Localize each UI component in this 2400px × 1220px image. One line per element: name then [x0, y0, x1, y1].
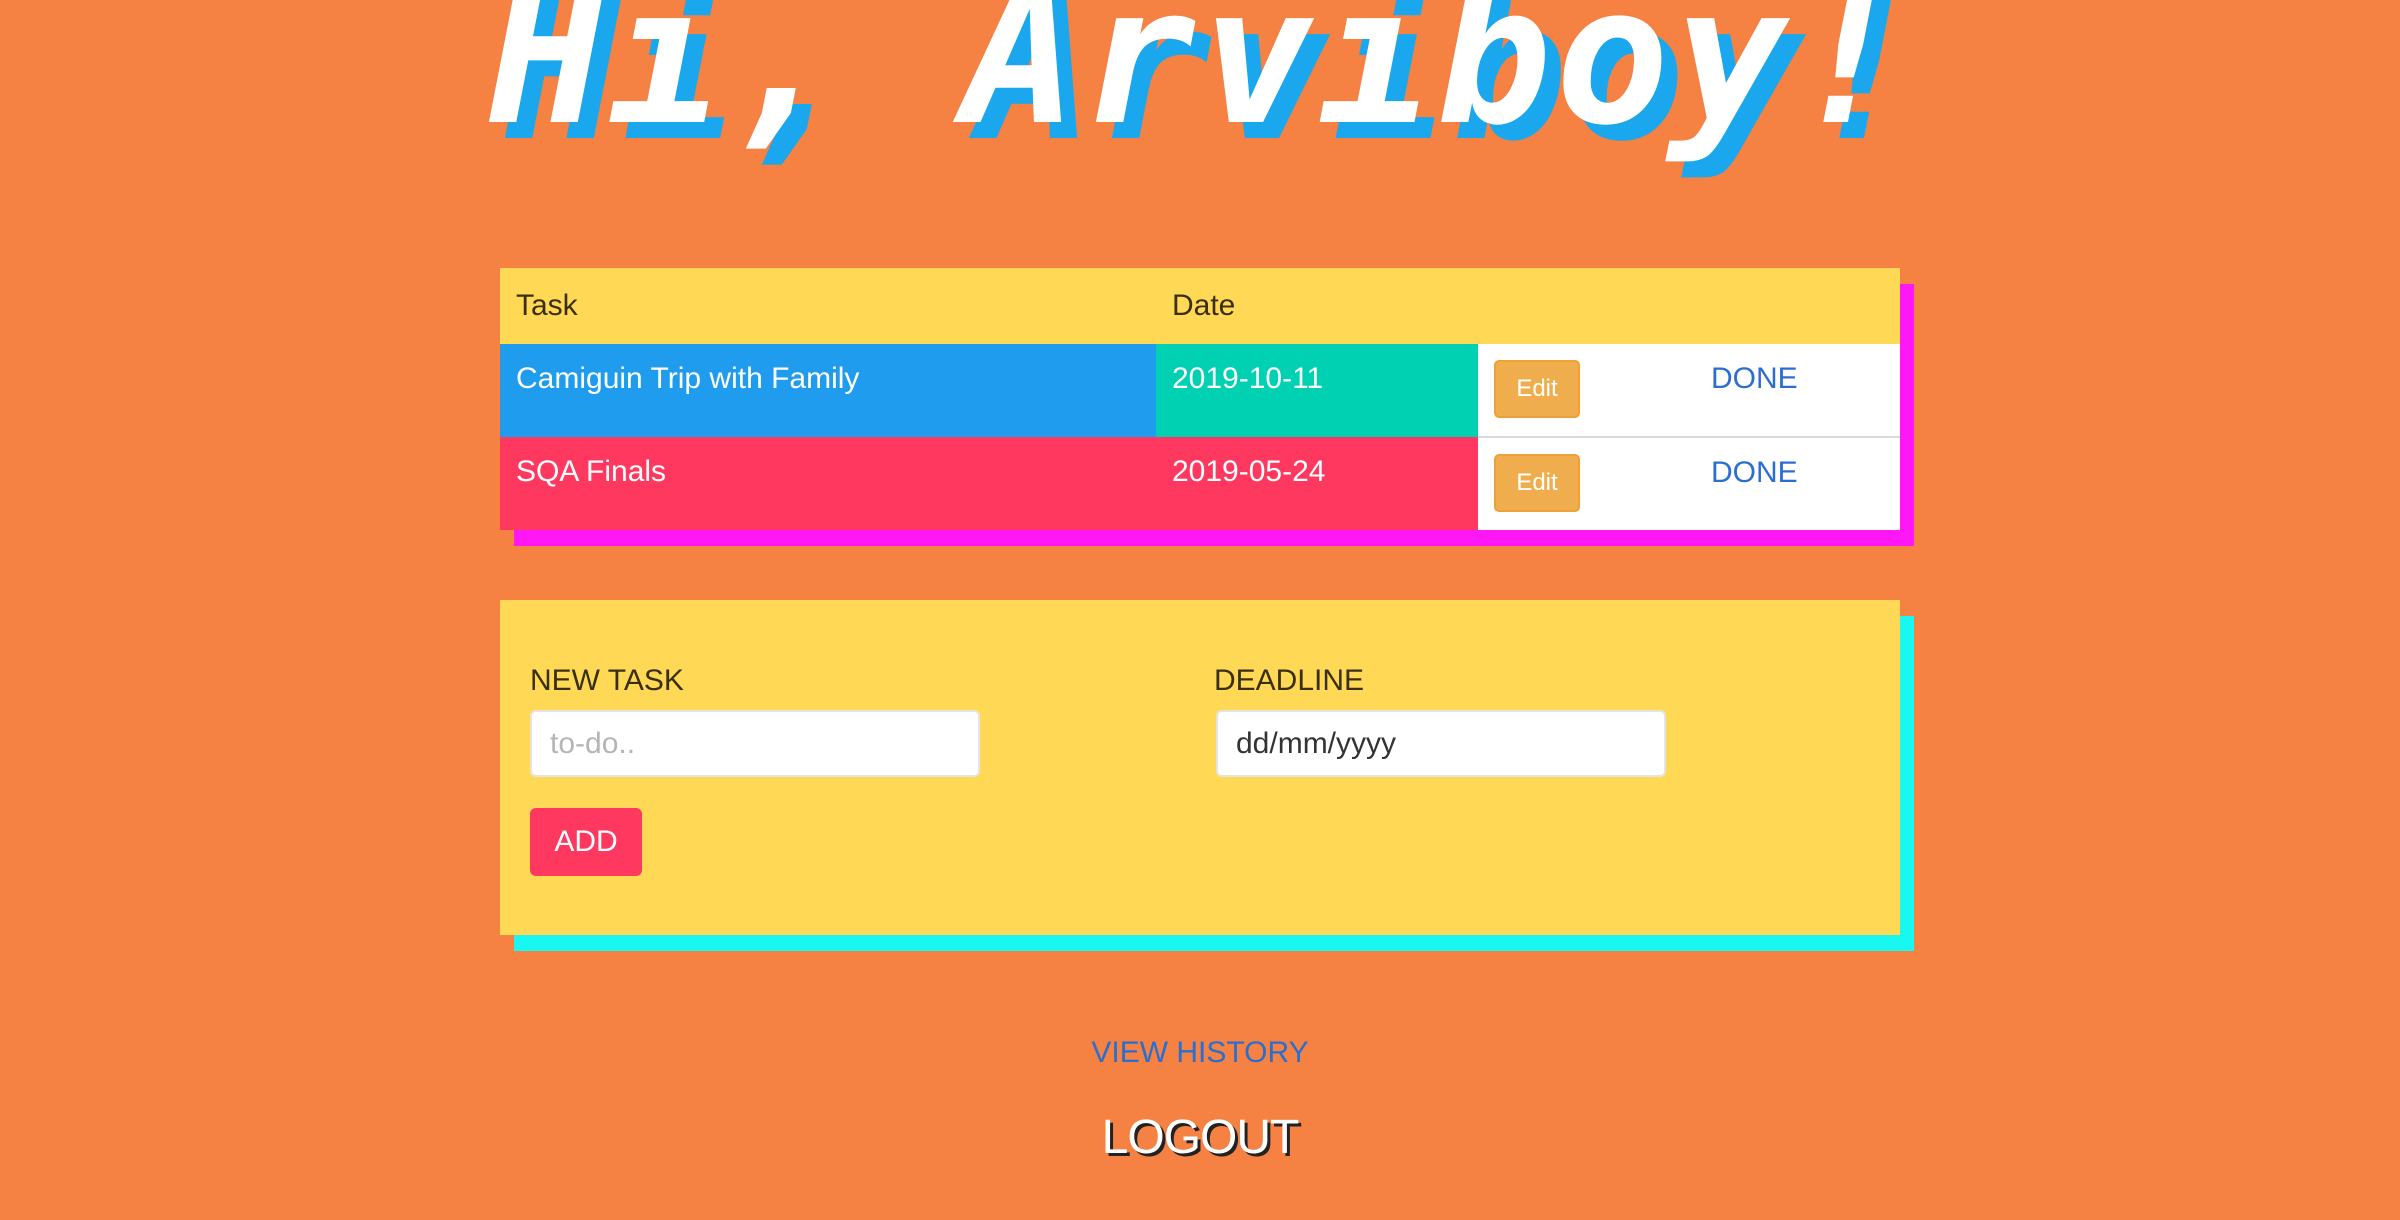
- done-link[interactable]: DONE: [1711, 362, 1798, 396]
- task-date-cell: 2019-05-24: [1156, 437, 1478, 530]
- column-header-task: Task: [500, 268, 1156, 344]
- task-name-cell: SQA Finals: [500, 437, 1156, 530]
- add-button[interactable]: ADD: [530, 808, 642, 876]
- tasks-table: Task Date Camiguin Trip with Family 2019…: [500, 268, 1900, 530]
- edit-button[interactable]: Edit: [1494, 360, 1580, 418]
- logout-link[interactable]: LOGOUT: [0, 1110, 2400, 1165]
- new-task-input[interactable]: [530, 710, 980, 777]
- table-header-row: Task Date: [500, 268, 1900, 344]
- task-date-cell: 2019-10-11: [1156, 344, 1478, 437]
- task-actions-cell: Edit DONE: [1478, 437, 1900, 530]
- edit-button[interactable]: Edit: [1494, 454, 1580, 512]
- task-actions-cell: Edit DONE: [1478, 344, 1900, 438]
- column-header-actions: [1478, 268, 1900, 344]
- column-header-date: Date: [1156, 268, 1478, 344]
- new-task-label: NEW TASK: [530, 664, 684, 697]
- tasks-table-card: Task Date Camiguin Trip with Family 2019…: [500, 268, 1900, 530]
- deadline-date-input[interactable]: [1216, 710, 1666, 777]
- deadline-label: DEADLINE: [1214, 664, 1365, 697]
- done-link[interactable]: DONE: [1711, 456, 1798, 490]
- view-history-link[interactable]: VIEW HISTORY: [0, 1036, 2400, 1070]
- new-task-form: NEW TASK DEADLINE ADD: [500, 600, 1900, 935]
- task-name-cell: Camiguin Trip with Family: [500, 344, 1156, 437]
- table-row: Camiguin Trip with Family 2019-10-11 Edi…: [500, 344, 1900, 438]
- greeting-heading: Hi, Arviboy!: [489, 0, 1911, 167]
- table-row: SQA Finals 2019-05-24 Edit DONE: [500, 437, 1900, 530]
